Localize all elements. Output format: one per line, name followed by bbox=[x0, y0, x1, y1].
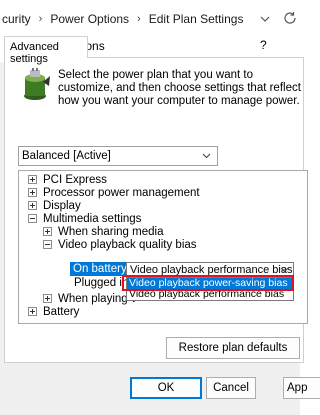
chevron-down-icon bbox=[280, 267, 289, 273]
video-bias-dropdown-list: Video playback power-saving bias Video p… bbox=[126, 277, 294, 301]
plugged-in-label[interactable]: Plugged in bbox=[74, 277, 128, 289]
chevron-down-icon bbox=[202, 153, 211, 159]
power-plan-select-value: Balanced [Active] bbox=[22, 150, 111, 162]
on-battery-label[interactable]: On battery: bbox=[70, 262, 133, 276]
breadcrumb-item-security[interactable]: curity bbox=[2, 12, 31, 26]
cancel-button[interactable]: Cancel bbox=[206, 377, 256, 399]
tree-item-label: Display bbox=[43, 199, 81, 212]
tree-item-pci-express[interactable]: PCI Express bbox=[28, 173, 107, 186]
breadcrumb-separator: › bbox=[137, 13, 141, 25]
tree-item-when-sharing-media[interactable]: When sharing media bbox=[43, 225, 163, 238]
expand-icon[interactable] bbox=[28, 201, 37, 210]
breadcrumb: curity › Power Options › Edit Plan Setti… bbox=[2, 12, 243, 26]
tree-item-when-playing-video[interactable]: When playing v bbox=[43, 292, 137, 305]
restore-plan-defaults-button[interactable]: Restore plan defaults bbox=[166, 337, 300, 359]
apply-button[interactable]: App bbox=[283, 377, 320, 399]
tree-item-battery[interactable]: Battery bbox=[28, 305, 79, 318]
tree-item-label: Battery bbox=[43, 305, 80, 318]
expand-icon[interactable] bbox=[43, 227, 52, 236]
refresh-icon[interactable] bbox=[282, 11, 298, 25]
expand-icon[interactable] bbox=[43, 294, 52, 303]
tree-item-display[interactable]: Display bbox=[28, 199, 81, 212]
breadcrumb-item-edit-plan-settings[interactable]: Edit Plan Settings bbox=[149, 12, 244, 26]
tree-item-label: Multimedia settings bbox=[43, 212, 142, 225]
video-bias-select[interactable]: Video playback performance bias bbox=[126, 262, 294, 277]
tree-item-video-playback-quality-bias[interactable]: Video playback quality bias bbox=[43, 238, 197, 251]
tree-item-label: When sharing media bbox=[58, 225, 164, 238]
dropdown-option-performance-bias[interactable]: Video playback performance bias bbox=[127, 289, 293, 300]
power-plan-select[interactable]: Balanced [Active] bbox=[18, 146, 218, 166]
dropdown-option-power-saving-bias[interactable]: Video playback power-saving bias bbox=[127, 278, 293, 289]
intro-description: Select the power plan that you want to c… bbox=[58, 69, 301, 107]
ok-button[interactable]: OK bbox=[130, 377, 202, 399]
tab-advanced-settings[interactable]: Advanced settings bbox=[4, 36, 88, 65]
expand-icon[interactable] bbox=[28, 307, 37, 316]
expand-icon[interactable] bbox=[28, 188, 37, 197]
chevron-down-icon[interactable] bbox=[258, 13, 272, 25]
tree-item-label: When playing v bbox=[58, 292, 137, 305]
collapse-icon[interactable] bbox=[43, 240, 52, 249]
tree-item-label: PCI Express bbox=[43, 173, 107, 186]
tree-item-label: Processor power management bbox=[43, 186, 200, 199]
collapse-icon[interactable] bbox=[28, 214, 37, 223]
expand-icon[interactable] bbox=[28, 175, 37, 184]
help-button[interactable]: ? bbox=[260, 38, 267, 52]
battery-plug-icon bbox=[24, 68, 50, 100]
video-bias-select-value: Video playback performance bias bbox=[130, 264, 293, 276]
tree-item-multimedia-settings[interactable]: Multimedia settings bbox=[28, 212, 141, 225]
breadcrumb-separator: › bbox=[38, 13, 43, 25]
tree-item-label: Video playback quality bias bbox=[58, 238, 197, 251]
breadcrumb-item-power-options[interactable]: Power Options bbox=[50, 12, 129, 26]
tree-item-processor-power-management[interactable]: Processor power management bbox=[28, 186, 200, 199]
